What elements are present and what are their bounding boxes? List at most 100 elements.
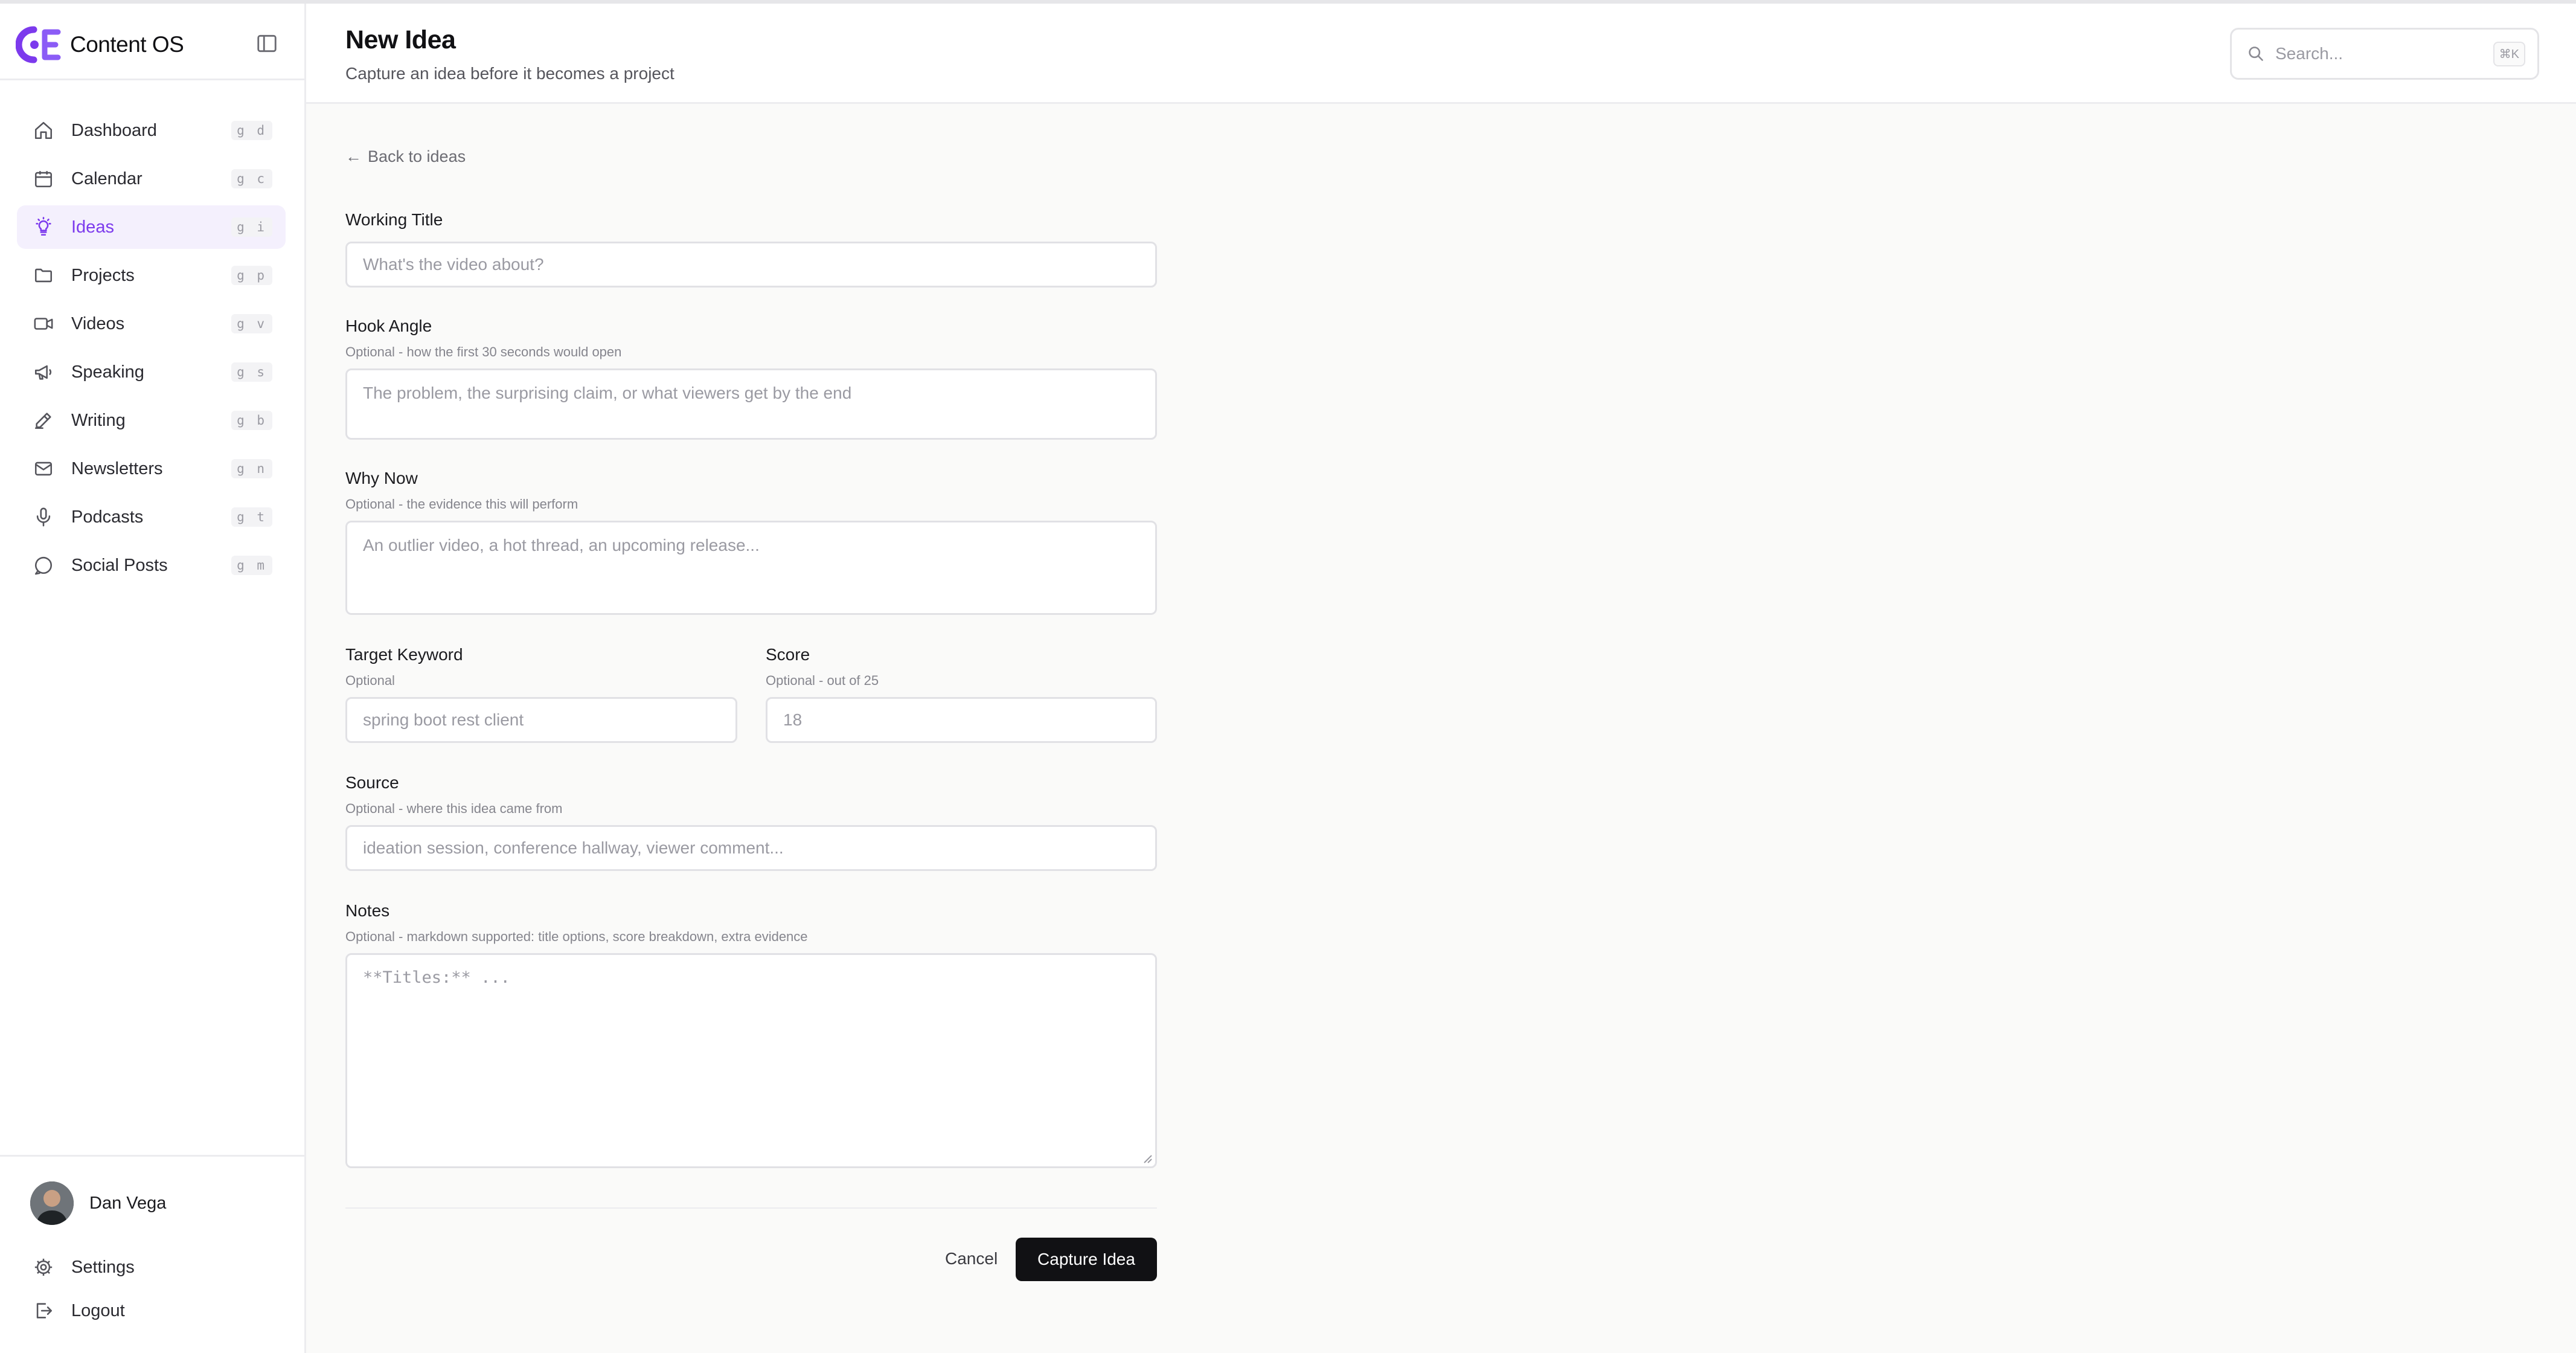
- message-icon: [31, 553, 56, 577]
- logout-icon: [31, 1299, 56, 1323]
- target-keyword-label: Target Keyword: [345, 645, 463, 664]
- search-input[interactable]: Search... ⌘K: [2230, 28, 2539, 80]
- page-subtitle: Capture an idea before it becomes a proj…: [345, 64, 674, 83]
- target-keyword-placeholder: spring boot rest client: [363, 710, 524, 729]
- sidebar-divider: [0, 79, 304, 80]
- sidebar-item-label: Newsletters: [71, 458, 163, 478]
- shortcut-badge: g i: [231, 217, 272, 237]
- hook-angle-placeholder: The problem, the surprising claim, or wh…: [363, 384, 852, 402]
- source-label: Source: [345, 773, 399, 792]
- user-profile[interactable]: Dan Vega: [30, 1181, 166, 1225]
- sidebar-item-label: Ideas: [71, 217, 114, 237]
- logout-label: Logout: [71, 1300, 125, 1320]
- why-now-textarea[interactable]: An outlier video, a hot thread, an upcom…: [345, 521, 1157, 615]
- main-content: ← Back to ideas Working Title What's the…: [306, 104, 2576, 1353]
- calendar-icon: [31, 167, 56, 191]
- back-link-label: Back to ideas: [368, 147, 466, 166]
- sidebar-item-dashboard[interactable]: Dashboard g d: [17, 109, 286, 152]
- back-to-ideas-link[interactable]: ← Back to ideas: [345, 147, 466, 166]
- sidebar-item-projects[interactable]: Projects g p: [17, 254, 286, 297]
- home-icon: [31, 118, 56, 143]
- shortcut-badge: g n: [231, 459, 272, 478]
- sidebar-item-ideas[interactable]: Ideas g i: [17, 205, 286, 249]
- brand[interactable]: Content OS: [16, 25, 184, 64]
- shortcut-badge: g b: [231, 411, 272, 430]
- content-os-logo: [16, 26, 61, 63]
- lightbulb-icon: [31, 215, 56, 239]
- notes-placeholder: **Titles:** ...: [363, 968, 510, 987]
- sidebar-item-writing[interactable]: Writing g b: [17, 399, 286, 442]
- score-label: Score: [766, 645, 810, 664]
- why-now-placeholder: An outlier video, a hot thread, an upcom…: [363, 536, 760, 554]
- settings-label: Settings: [71, 1257, 135, 1277]
- notes-textarea[interactable]: **Titles:** ...: [345, 953, 1157, 1168]
- sidebar-item-label: Calendar: [71, 169, 143, 188]
- logout-link[interactable]: Logout: [31, 1299, 125, 1323]
- gear-icon: [31, 1255, 56, 1279]
- search-placeholder: Search...: [2275, 44, 2344, 63]
- pencil-icon: [31, 408, 56, 432]
- source-input[interactable]: ideation session, conference hallway, vi…: [345, 825, 1157, 871]
- working-title-placeholder: What's the video about?: [363, 255, 544, 274]
- source-placeholder: ideation session, conference hallway, vi…: [363, 838, 784, 857]
- shortcut-badge: g v: [231, 314, 272, 333]
- score-placeholder: 18: [783, 710, 803, 729]
- search-shortcut-badge: ⌘K: [2493, 41, 2525, 66]
- avatar: [30, 1181, 74, 1225]
- sidebar-item-speaking[interactable]: Speaking g s: [17, 350, 286, 394]
- sidebar-nav: Dashboard g d Calendar g c Ideas g i Pro…: [17, 109, 286, 592]
- shortcut-badge: g d: [231, 121, 272, 140]
- sidebar-item-label: Social Posts: [71, 555, 168, 575]
- video-icon: [31, 312, 56, 336]
- shortcut-badge: g p: [231, 266, 272, 285]
- target-keyword-input[interactable]: spring boot rest client: [345, 697, 737, 743]
- working-title-input[interactable]: What's the video about?: [345, 242, 1157, 288]
- source-hint: Optional - where this idea came from: [345, 801, 563, 816]
- page-header: New Idea Capture an idea before it becom…: [306, 4, 2576, 104]
- microphone-icon: [31, 505, 56, 529]
- sidebar-item-social-posts[interactable]: Social Posts g m: [17, 544, 286, 587]
- hook-angle-textarea[interactable]: The problem, the surprising claim, or wh…: [345, 368, 1157, 440]
- sidebar-item-podcasts[interactable]: Podcasts g t: [17, 495, 286, 539]
- sidebar: Content OS Dashboard g d Calendar g c Id…: [0, 4, 306, 1353]
- form-divider: [345, 1207, 1157, 1209]
- working-title-label: Working Title: [345, 210, 443, 229]
- arrow-left-icon: ←: [345, 147, 362, 166]
- sidebar-toggle-icon: [257, 34, 277, 53]
- mail-icon: [31, 457, 56, 481]
- sidebar-item-label: Projects: [71, 265, 135, 285]
- sidebar-item-label: Podcasts: [71, 507, 144, 527]
- sidebar-item-newsletters[interactable]: Newsletters g n: [17, 447, 286, 490]
- sidebar-item-label: Videos: [71, 313, 125, 333]
- hook-angle-label: Hook Angle: [345, 317, 432, 335]
- sidebar-item-label: Speaking: [71, 362, 144, 382]
- page-title: New Idea: [345, 25, 456, 54]
- megaphone-icon: [31, 360, 56, 384]
- search-icon: [2249, 47, 2263, 61]
- target-keyword-hint: Optional: [345, 673, 395, 688]
- score-hint: Optional - out of 25: [766, 673, 879, 688]
- hook-angle-hint: Optional - how the first 30 seconds woul…: [345, 344, 622, 359]
- shortcut-badge: g m: [231, 556, 272, 575]
- shortcut-badge: g t: [231, 507, 272, 527]
- notes-label: Notes: [345, 901, 390, 920]
- sidebar-divider: [0, 1155, 304, 1157]
- sidebar-toggle-button[interactable]: [254, 30, 280, 57]
- resize-handle-icon[interactable]: [1142, 1153, 1153, 1164]
- sidebar-item-calendar[interactable]: Calendar g c: [17, 157, 286, 201]
- notes-hint: Optional - markdown supported: title opt…: [345, 929, 808, 944]
- capture-idea-button[interactable]: Capture Idea: [1016, 1238, 1157, 1281]
- settings-link[interactable]: Settings: [31, 1255, 135, 1279]
- cancel-button[interactable]: Cancel: [934, 1238, 1008, 1280]
- why-now-hint: Optional - the evidence this will perfor…: [345, 497, 578, 512]
- folder-icon: [31, 263, 56, 288]
- app-name: Content OS: [70, 32, 184, 57]
- shortcut-badge: g s: [231, 362, 272, 382]
- sidebar-item-videos[interactable]: Videos g v: [17, 302, 286, 345]
- user-name: Dan Vega: [89, 1193, 167, 1213]
- shortcut-badge: g c: [231, 169, 272, 188]
- sidebar-item-label: Dashboard: [71, 120, 157, 140]
- why-now-label: Why Now: [345, 469, 418, 487]
- score-input[interactable]: 18: [766, 697, 1157, 743]
- sidebar-item-label: Writing: [71, 410, 126, 430]
